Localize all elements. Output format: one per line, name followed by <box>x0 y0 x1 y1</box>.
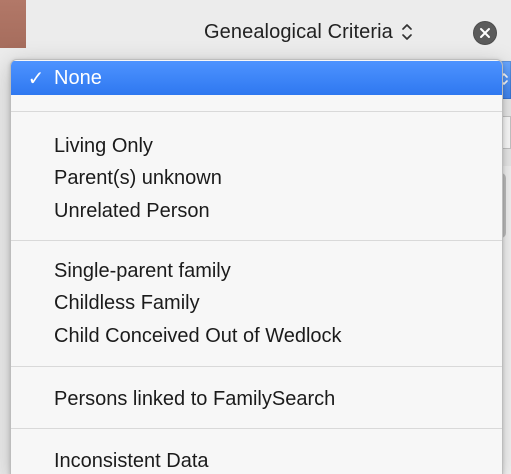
updown-chevron-icon <box>399 21 415 43</box>
menu-item-label: Single-parent family <box>54 259 231 282</box>
genealogical-criteria-label: Genealogical Criteria <box>204 20 393 43</box>
menu-item-childless-family[interactable]: Childless Family <box>11 286 502 320</box>
menu-item-label: Inconsistent Data <box>54 449 209 472</box>
menu-item-parents-unknown[interactable]: Parent(s) unknown <box>11 161 502 195</box>
close-circle-icon[interactable] <box>473 21 497 45</box>
menu-item-label: Parent(s) unknown <box>54 166 222 189</box>
window-stage: Genealogical Criteria ✓ None Living Only… <box>0 0 511 474</box>
menu-item-none[interactable]: ✓ None <box>11 61 502 95</box>
menu-item-label: Unrelated Person <box>54 199 210 222</box>
menu-separator <box>11 240 502 241</box>
checkmark-icon: ✓ <box>27 66 45 90</box>
genealogical-criteria-menu: ✓ None Living Only Parent(s) unknown Unr… <box>10 59 503 474</box>
menu-separator <box>11 366 502 367</box>
menu-item-label: None <box>54 66 102 89</box>
menu-item-single-parent-family[interactable]: Single-parent family <box>11 254 502 288</box>
menu-item-child-conceived-out-of-wedlock[interactable]: Child Conceived Out of Wedlock <box>11 319 502 353</box>
menu-item-unrelated-person[interactable]: Unrelated Person <box>11 194 502 228</box>
menu-item-label: Child Conceived Out of Wedlock <box>54 324 342 347</box>
menu-separator <box>11 428 502 429</box>
menu-separator <box>11 111 502 112</box>
menu-item-persons-linked-to-familysearch[interactable]: Persons linked to FamilySearch <box>11 382 502 416</box>
menu-item-label: Persons linked to FamilySearch <box>54 387 336 410</box>
menu-item-label: Living Only <box>54 134 153 157</box>
menu-item-label: Childless Family <box>54 291 200 314</box>
menu-item-inconsistent-data[interactable]: Inconsistent Data <box>11 444 502 474</box>
genealogical-criteria-popup[interactable]: Genealogical Criteria <box>204 18 415 46</box>
menu-item-living-only[interactable]: Living Only <box>11 129 502 163</box>
background-window-strip <box>0 0 26 48</box>
